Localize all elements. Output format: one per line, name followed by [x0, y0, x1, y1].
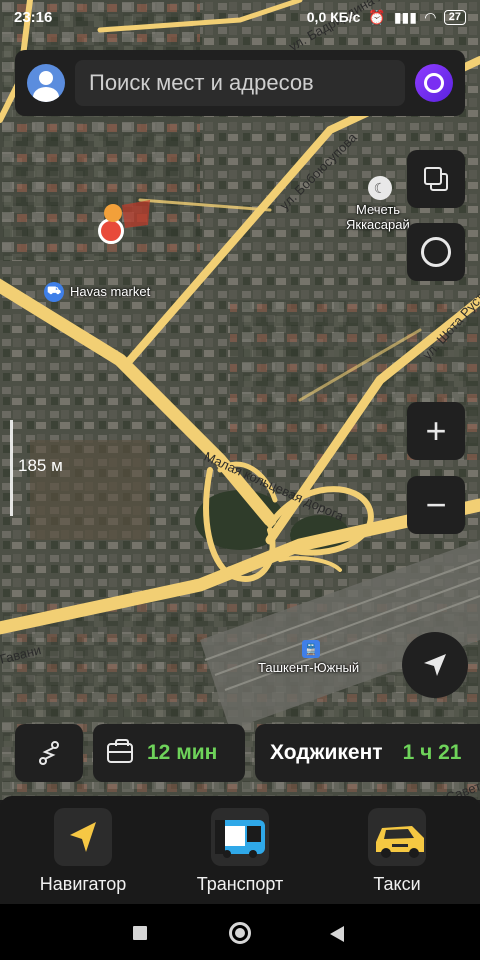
map-mode-button[interactable] — [407, 223, 465, 281]
mosque-label-line1[interactable]: Мечеть — [356, 202, 400, 217]
my-location-button[interactable] — [402, 632, 468, 698]
profile-avatar-icon[interactable] — [27, 64, 65, 102]
battery-icon: 27 — [443, 9, 466, 25]
train-station-icon[interactable]: 🚆 — [302, 640, 320, 658]
zoom-in-button[interactable]: + — [407, 402, 465, 460]
taxi-car-icon — [368, 808, 426, 866]
zoom-out-button[interactable]: − — [407, 476, 465, 534]
search-placeholder: Поиск мест и адресов — [89, 70, 314, 95]
nav-navigator-label: Навигатор — [39, 874, 127, 894]
briefcase-icon — [107, 739, 133, 763]
search-input[interactable]: Поиск мест и адресов — [75, 60, 405, 106]
route-button[interactable] — [15, 724, 83, 782]
food-poi-icon[interactable] — [104, 204, 122, 222]
network-speed: 0,0 КБ/с — [306, 9, 361, 25]
back-icon[interactable] — [330, 926, 344, 942]
bus-icon — [211, 808, 269, 866]
alice-assistant-icon[interactable] — [415, 64, 453, 102]
status-bar: 23:16 0,0 КБ/с ⏰ ▮▮▮ ◠ 27 — [0, 0, 480, 34]
location-arrow-icon — [424, 654, 446, 676]
place-route-chip[interactable]: Ходжикент 1 ч 21 — [255, 724, 480, 782]
havas-market-label[interactable]: Havas market — [70, 284, 150, 299]
compass-icon — [421, 237, 451, 267]
place-name: Ходжикент — [270, 741, 383, 764]
nav-transport-label: Транспорт — [196, 874, 284, 894]
system-navigation-bar — [0, 904, 480, 960]
nav-transport[interactable]: Транспорт — [180, 808, 300, 895]
work-route-chip[interactable]: 12 мин — [93, 724, 245, 782]
plus-icon: + — [425, 410, 447, 451]
scale-bar — [10, 420, 13, 516]
nav-taxi-label: Такси — [373, 874, 421, 894]
mosque-label-line2[interactable]: Яккасарай — [346, 217, 410, 232]
nav-navigator[interactable]: Навигатор — [23, 808, 143, 895]
layers-button[interactable] — [407, 150, 465, 208]
home-icon[interactable] — [229, 922, 251, 944]
station-label[interactable]: Ташкент-Южный — [258, 660, 359, 675]
alarm-icon: ⏰ — [368, 8, 386, 25]
bottom-navigation: Навигатор Транспорт Такси — [0, 796, 480, 904]
work-eta: 12 мин — [147, 741, 218, 764]
place-eta: 1 ч 21 — [402, 741, 462, 764]
navigator-arrow-icon — [54, 808, 112, 866]
mosque-poi-icon[interactable]: ☾ — [368, 176, 392, 200]
recent-apps-icon[interactable] — [133, 926, 147, 940]
minus-icon: − — [425, 484, 447, 525]
wifi-icon: ◠ — [424, 8, 436, 25]
scale-label: 185 м — [18, 456, 63, 475]
status-time: 23:16 — [14, 8, 53, 26]
signal-icon: ▮▮▮ — [393, 8, 417, 25]
search-bar: Поиск мест и адресов — [15, 50, 465, 116]
route-icon — [39, 741, 59, 765]
nav-taxi[interactable]: Такси — [337, 808, 457, 895]
shop-poi-icon[interactable]: ⛟ — [44, 282, 64, 302]
